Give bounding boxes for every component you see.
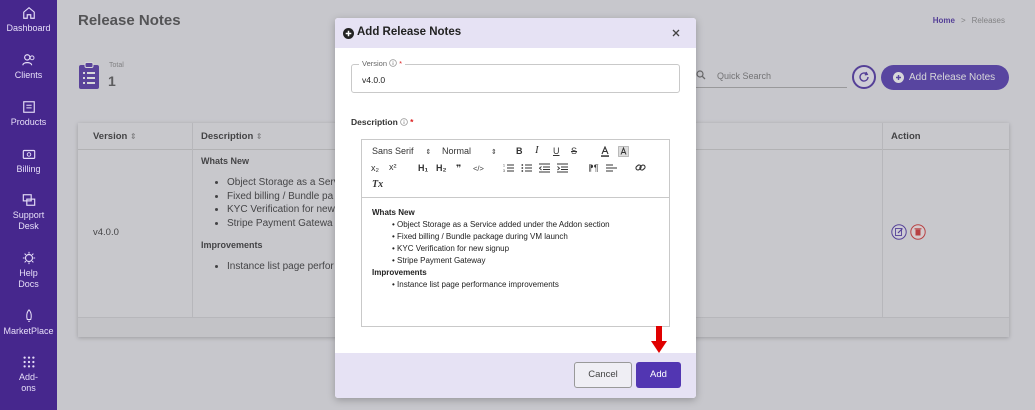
size-select-value: Normal <box>442 146 472 156</box>
users-icon <box>21 54 34 66</box>
editor-heading: Whats New <box>372 208 415 217</box>
chevron-updown-icon: ⇕ <box>425 149 432 156</box>
editor-toolbar: Sans Serif ⇕ Normal ⇕ B I U S x₂ x² H₁ H₂ … <box>362 140 669 198</box>
description-label: Description * <box>351 117 413 127</box>
billing-icon <box>22 149 35 159</box>
clear-format-button[interactable]: Tx <box>372 179 383 190</box>
grid-icon <box>22 356 35 368</box>
description-editor: Sans Serif ⇕ Normal ⇕ B I U S x₂ x² H₁ H₂ … <box>361 139 670 327</box>
sidebar-item-help-docs[interactable]: Help Docs <box>0 251 57 290</box>
sidebar-item-label: Products <box>10 117 47 127</box>
editor-list-item: • Instance list page performance improve… <box>392 280 559 289</box>
sidebar-item-label: Support Desk <box>12 210 45 231</box>
underline-button[interactable]: U <box>553 146 560 157</box>
version-input[interactable] <box>362 73 662 87</box>
sidebar-item-marketplace[interactable]: MarketPlace <box>0 309 57 337</box>
close-icon[interactable] <box>670 27 682 39</box>
editor-content[interactable]: Whats New • Object Storage as a Service … <box>372 207 610 291</box>
text-color-icon[interactable] <box>600 146 610 157</box>
code-block-button[interactable]: </> <box>473 163 484 174</box>
editor-list-item: • Fixed billing / Bundle package during … <box>392 232 568 241</box>
support-icon <box>22 194 35 206</box>
sidebar-item-label: Clients <box>14 70 43 80</box>
indent-icon[interactable] <box>557 163 568 173</box>
align-icon[interactable] <box>606 163 617 173</box>
ordered-list-icon[interactable]: 13 <box>503 163 514 173</box>
sidebar-item-label: Billing <box>16 164 41 174</box>
sidebar-item-products[interactable]: Products <box>0 100 57 128</box>
add-release-notes-modal: Add Release Notes Version * Description … <box>335 18 696 398</box>
svg-text:3: 3 <box>503 169 505 173</box>
required-mark: * <box>399 59 403 68</box>
box-icon <box>22 101 35 113</box>
italic-button[interactable]: I <box>535 145 539 156</box>
sidebar-item-label: MarketPlace <box>3 326 54 336</box>
outdent-icon[interactable] <box>539 163 550 173</box>
version-label-text: Version <box>362 59 388 68</box>
blockquote-button[interactable]: ❞ <box>456 163 461 174</box>
sidebar-item-dashboard[interactable]: Dashboard <box>0 6 57 34</box>
sidebar-item-label: Help Docs <box>18 268 39 289</box>
help-icon <box>22 251 35 265</box>
sidebar-item-label: Add-ons <box>18 372 38 393</box>
strike-button[interactable]: S <box>571 146 577 157</box>
background-color-icon[interactable] <box>618 146 629 157</box>
superscript-button[interactable]: x² <box>389 162 397 173</box>
heading1-button[interactable]: H₁ <box>418 163 428 174</box>
svg-text:1: 1 <box>503 164 505 168</box>
sidebar-item-billing[interactable]: Billing <box>0 147 57 175</box>
rocket-icon <box>25 309 32 322</box>
direction-icon[interactable]: ⁋¶ <box>588 163 599 174</box>
font-select-value: Sans Serif <box>372 146 414 156</box>
modal-title: Add Release Notes <box>357 26 462 38</box>
modal-header: Add Release Notes <box>335 18 696 48</box>
version-label: Version * <box>359 59 406 68</box>
sidebar-item-add-ons[interactable]: Add-ons <box>0 355 57 394</box>
sidebar-item-support-desk[interactable]: Support Desk <box>0 193 57 232</box>
required-mark: * <box>410 117 414 127</box>
plus-circle-icon <box>343 28 354 39</box>
sidebar: Dashboard Clients Products Billing Suppo… <box>0 0 57 410</box>
chevron-updown-icon: ⇕ <box>491 149 497 156</box>
cancel-button[interactable]: Cancel <box>574 362 632 388</box>
font-select[interactable]: Sans Serif ⇕ <box>372 146 431 158</box>
add-button[interactable]: Add <box>636 362 681 388</box>
heading2-button[interactable]: H₂ <box>436 163 447 174</box>
home-icon <box>22 7 35 19</box>
size-select[interactable]: Normal ⇕ <box>442 146 497 158</box>
bullet-list-icon[interactable] <box>521 163 532 173</box>
info-icon <box>389 59 397 67</box>
arrow-down-icon <box>651 326 667 353</box>
editor-list-item: • Stripe Payment Gateway <box>392 256 486 265</box>
modal-footer: Cancel Add <box>335 353 696 398</box>
info-icon <box>399 118 408 126</box>
editor-list-item: • KYC Verification for new signup <box>392 244 510 253</box>
subscript-button[interactable]: x₂ <box>371 163 379 174</box>
description-label-text: Description <box>351 117 398 127</box>
sidebar-item-clients[interactable]: Clients <box>0 53 57 81</box>
editor-heading: Improvements <box>372 268 427 277</box>
editor-list-item: • Object Storage as a Service added unde… <box>392 220 610 229</box>
sidebar-item-label: Dashboard <box>6 23 51 33</box>
bold-button[interactable]: B <box>516 146 523 157</box>
link-icon[interactable] <box>635 162 646 173</box>
